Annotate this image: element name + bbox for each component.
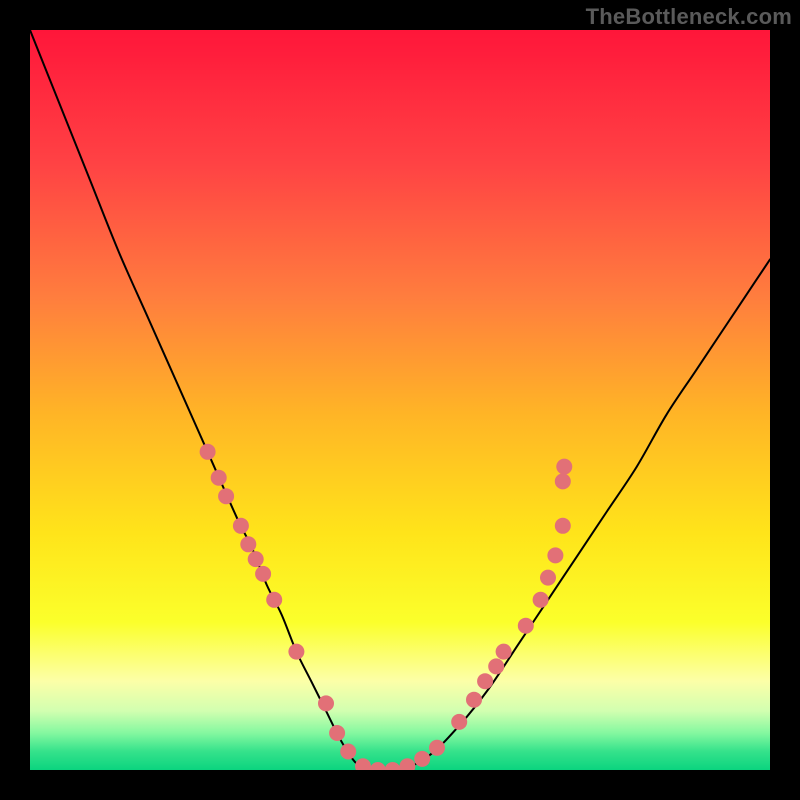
data-marker <box>429 740 445 756</box>
data-marker <box>200 444 216 460</box>
data-marker <box>547 547 563 563</box>
data-marker <box>248 551 264 567</box>
data-marker <box>451 714 467 730</box>
chart-background <box>30 30 770 770</box>
data-marker <box>496 644 512 660</box>
bottleneck-chart-svg <box>30 30 770 770</box>
chart-stage: TheBottleneck.com <box>0 0 800 800</box>
data-marker <box>555 473 571 489</box>
data-marker <box>255 566 271 582</box>
data-marker <box>240 536 256 552</box>
data-marker <box>211 470 227 486</box>
data-marker <box>266 592 282 608</box>
data-marker <box>488 658 504 674</box>
data-marker <box>533 592 549 608</box>
data-marker <box>340 744 356 760</box>
data-marker <box>318 695 334 711</box>
data-marker <box>233 518 249 534</box>
watermark-text: TheBottleneck.com <box>586 4 792 30</box>
data-marker <box>466 692 482 708</box>
data-marker <box>556 459 572 475</box>
data-marker <box>218 488 234 504</box>
data-marker <box>329 725 345 741</box>
data-marker <box>288 644 304 660</box>
data-marker <box>414 751 430 767</box>
data-marker <box>477 673 493 689</box>
data-marker <box>518 618 534 634</box>
data-marker <box>540 570 556 586</box>
data-marker <box>555 518 571 534</box>
plot-area <box>30 30 770 770</box>
